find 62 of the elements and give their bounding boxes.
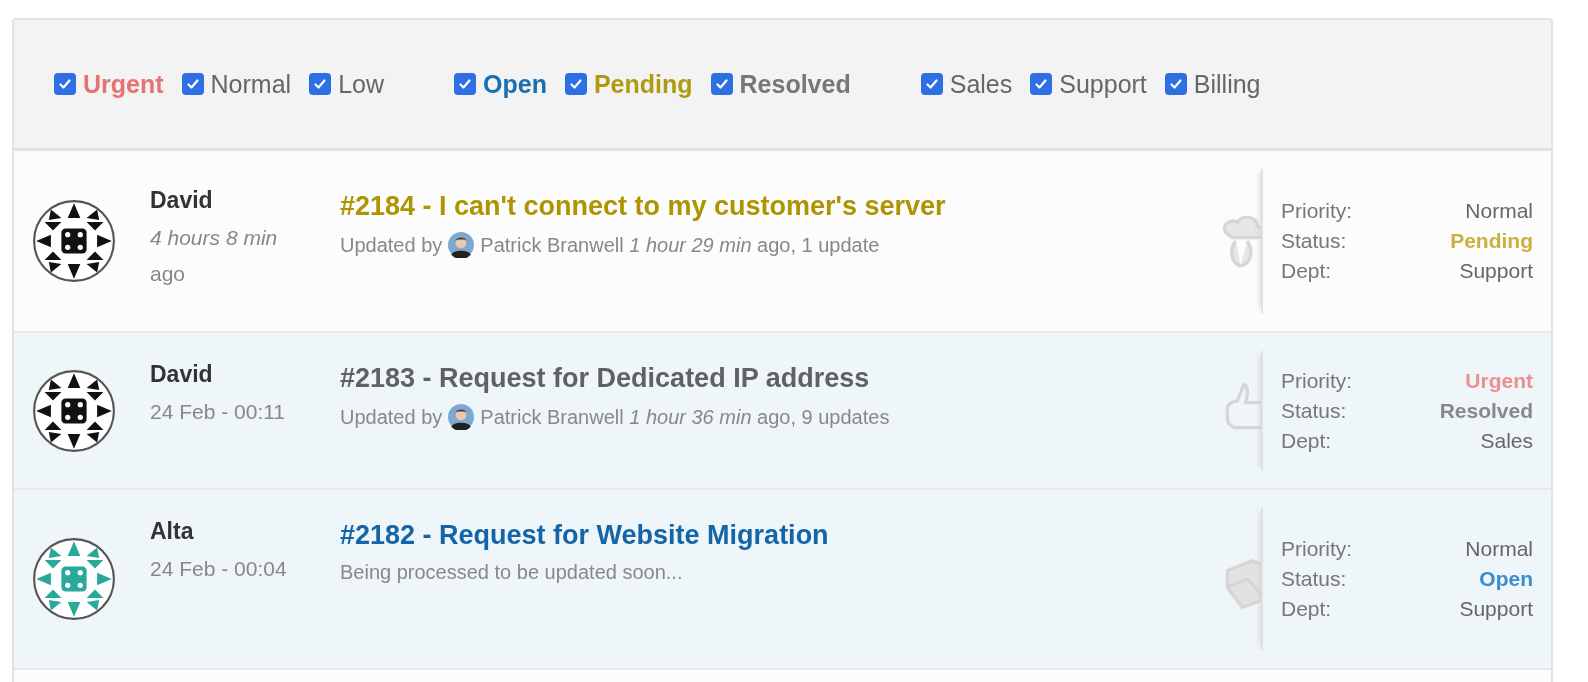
detail-value: Pending	[1450, 229, 1533, 253]
check-icon	[1033, 76, 1050, 92]
detail-value: Sales	[1480, 428, 1533, 453]
ticket-row[interactable]: Alta 24 Feb - 00:04 #2182 - Request for Website Migration Being processed to be updated soon... Priority: Normal Status: Open Dept: Support	[14, 490, 1551, 670]
filter-label[interactable]: Normal	[210, 69, 292, 99]
ticket-title[interactable]: #2183 - Request for Dedicated IP address	[340, 363, 1219, 394]
checkbox[interactable]	[1164, 73, 1187, 95]
detail-label: Priority:	[1281, 368, 1353, 393]
detail-label: Status:	[1281, 567, 1347, 591]
user-avatar-icon	[448, 404, 475, 430]
checkbox[interactable]	[54, 73, 76, 95]
check-icon	[1167, 76, 1184, 92]
detail-label: Status:	[1281, 398, 1347, 423]
checkbox[interactable]	[564, 73, 587, 95]
checkbox[interactable]	[710, 73, 733, 95]
detail-value: Resolved	[1439, 398, 1533, 423]
filter-label[interactable]: Urgent	[83, 69, 164, 99]
updated-by-label: Updated by	[340, 405, 443, 429]
detail-value: Normal	[1465, 199, 1533, 223]
ticket-title[interactable]: #2182 - Request for Website Migration	[340, 520, 1219, 551]
detail-label: Dept:	[1281, 597, 1332, 621]
update-info: Patrick Branwell 1 hour 36 min ago, 9 updates	[480, 405, 890, 429]
update-info: Patrick Branwell 1 hour 29 min ago, 1 update	[480, 233, 880, 257]
check-icon	[713, 76, 730, 92]
check-icon	[312, 76, 329, 92]
checkbox[interactable]	[454, 73, 476, 95]
detail-label: Dept:	[1281, 259, 1332, 283]
author-name: Alta	[150, 518, 195, 545]
detail-label: Dept:	[1281, 428, 1332, 453]
detail-label: Priority:	[1281, 199, 1353, 223]
check-icon	[567, 76, 584, 92]
checkbox[interactable]	[920, 73, 943, 95]
detail-value: Open	[1479, 567, 1533, 591]
detail-value: Normal	[1465, 537, 1533, 561]
filter-label[interactable]: Sales	[949, 69, 1013, 99]
created-time: 4 hours 8 min ago	[150, 225, 279, 287]
detail-value: Urgent	[1465, 368, 1533, 393]
detail-label: Priority:	[1281, 537, 1353, 561]
filter-label[interactable]: Billing	[1193, 69, 1261, 99]
filter-label[interactable]: Support	[1059, 69, 1147, 99]
user-avatar-icon	[448, 232, 475, 258]
detail-label: Status:	[1281, 229, 1347, 253]
created-time: 24 Feb - 00:11	[150, 399, 287, 425]
filter-label[interactable]: Resolved	[739, 69, 851, 99]
checkbox[interactable]	[309, 73, 332, 95]
author-name: David	[150, 361, 214, 388]
created-time: 24 Feb - 00:04	[150, 556, 288, 582]
ticket-row[interactable]: David 24 Feb - 00:11 #2183 - Request for Dedicated IP address Updated by Patrick Branwell 1 hour 36 min ago, 9 updates Priority: Urgent Status: Resolved Dept: Sales	[14, 333, 1551, 490]
check-icon	[923, 76, 940, 92]
ticket-note: Being processed to be updated soon...	[340, 561, 684, 584]
check-icon	[57, 76, 73, 92]
checkbox[interactable]	[1030, 73, 1053, 95]
check-icon	[184, 76, 201, 92]
filter-label[interactable]: Low	[338, 69, 384, 99]
ticket-title[interactable]: #2184 - I can't connect to my customer's server	[340, 191, 1219, 222]
author-name: David	[150, 187, 214, 214]
checkbox[interactable]	[181, 73, 204, 95]
detail-value: Support	[1459, 259, 1533, 283]
updated-by-label: Updated by	[340, 233, 443, 257]
check-icon	[457, 76, 473, 92]
detail-value: Support	[1459, 597, 1533, 621]
filter-label[interactable]: Open	[483, 69, 547, 99]
